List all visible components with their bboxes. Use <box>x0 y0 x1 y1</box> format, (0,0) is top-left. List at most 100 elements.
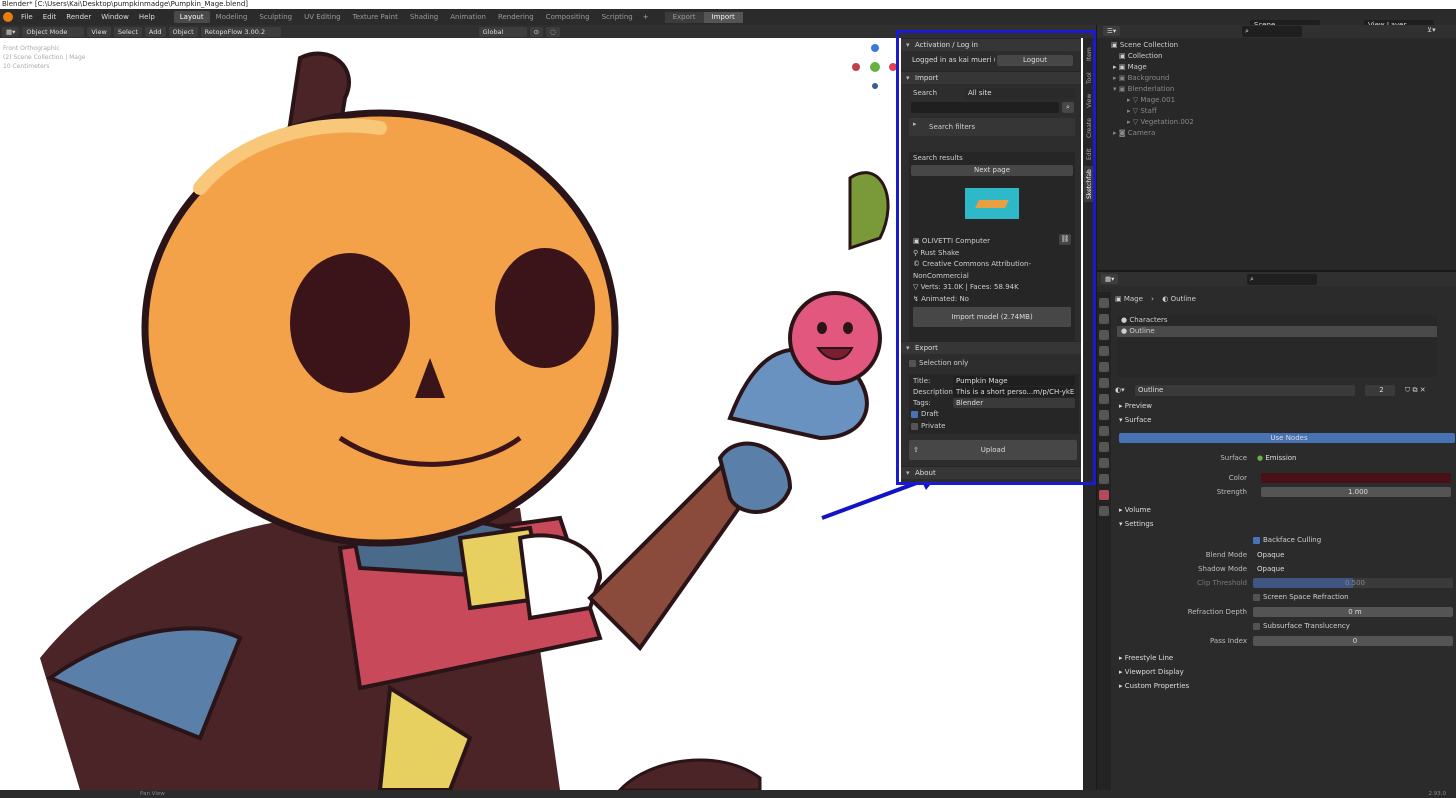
snap-icon[interactable]: ⊙ <box>529 26 544 37</box>
viewport-display-section[interactable]: ▸ Viewport Display <box>1119 668 1184 676</box>
tab-view[interactable]: View <box>1084 91 1095 111</box>
output-tab-icon[interactable] <box>1099 330 1109 340</box>
outliner-row[interactable]: ▸ ▽ Mage.001 <box>1097 95 1456 106</box>
clip-threshold-slider[interactable]: 0.500 <box>1253 578 1453 588</box>
material-name-field[interactable]: Outline <box>1135 385 1355 396</box>
tab-rendering[interactable]: Rendering <box>492 11 540 23</box>
search-input[interactable] <box>911 102 1059 113</box>
tab-sculpting[interactable]: Sculpting <box>253 11 298 23</box>
color-swatch[interactable] <box>1261 473 1451 483</box>
refraction-depth-field[interactable]: 0 m <box>1253 607 1453 617</box>
tab-create[interactable]: Create <box>1084 114 1095 142</box>
export-button[interactable]: Export <box>664 11 704 23</box>
tab-layout[interactable]: Layout <box>173 11 210 23</box>
tab-edit[interactable]: Edit <box>1084 145 1095 163</box>
description-input[interactable]: This is a short perso...m/p/CH-ykE2JoGP/… <box>953 387 1075 397</box>
import-model-button[interactable]: Import model (2.74MB) <box>913 307 1071 327</box>
settings-section[interactable]: ▾ Settings <box>1119 520 1153 528</box>
backface-culling-checkbox[interactable]: Backface Culling <box>1253 536 1321 544</box>
tab-compositing[interactable]: Compositing <box>540 11 596 23</box>
blender-logo-icon[interactable] <box>3 12 13 22</box>
tags-input[interactable]: Blender <box>953 398 1075 408</box>
search-icon[interactable]: ⌕ <box>1062 102 1074 113</box>
view-layer-tab-icon[interactable] <box>1099 346 1109 356</box>
properties-search-input[interactable]: ⌕ <box>1247 274 1317 285</box>
filter-icon[interactable]: ⊻▾ <box>1427 26 1436 34</box>
outliner-row[interactable]: ▸ ▣ Mage <box>1097 62 1456 73</box>
tab-item[interactable]: Item <box>1084 43 1095 65</box>
volume-section[interactable]: ▸ Volume <box>1119 506 1151 514</box>
data-tab-icon[interactable] <box>1099 474 1109 484</box>
upload-button[interactable]: ⇧ Upload <box>909 440 1077 460</box>
retopoflow-button[interactable]: RetopoFlow 3.00.2 <box>200 26 281 37</box>
search-filters-toggle[interactable]: ▸ Search filters <box>909 118 1075 136</box>
logout-button[interactable]: Logout <box>997 55 1073 66</box>
outliner-row[interactable]: ▸ ◙ Camera <box>1097 128 1456 139</box>
scene-tab-icon[interactable] <box>1099 362 1109 372</box>
object-tab-icon[interactable] <box>1099 394 1109 404</box>
link-icon[interactable]: ⛓ <box>1059 234 1071 245</box>
proportional-edit-icon[interactable]: ◌ <box>546 26 560 37</box>
menu-edit[interactable]: Edit <box>38 13 62 21</box>
custom-properties-section[interactable]: ▸ Custom Properties <box>1119 682 1189 690</box>
physics-tab-icon[interactable] <box>1099 442 1109 452</box>
outliner-row[interactable]: ▸ ▣ Background <box>1097 73 1456 84</box>
menu-window[interactable]: Window <box>96 13 134 21</box>
menu-file[interactable]: File <box>16 13 38 21</box>
list-item[interactable]: ● Outline <box>1117 326 1437 337</box>
list-item[interactable]: ● Characters <box>1117 315 1437 326</box>
view-menu[interactable]: View <box>87 26 111 37</box>
particles-tab-icon[interactable] <box>1099 426 1109 436</box>
world-tab-icon[interactable] <box>1099 378 1109 388</box>
tab-tool[interactable]: Tool <box>1084 68 1095 88</box>
outliner-row[interactable]: ▣ Collection <box>1097 51 1456 62</box>
texture-tab-icon[interactable] <box>1099 506 1109 516</box>
outliner-row[interactable]: ▾ ▣ Blenderlation <box>1097 84 1456 95</box>
pass-index-field[interactable]: 0 <box>1253 636 1453 646</box>
tab-animation[interactable]: Animation <box>444 11 492 23</box>
material-browse-icon[interactable]: ◐▾ <box>1115 386 1125 394</box>
constraints-tab-icon[interactable] <box>1099 458 1109 468</box>
editor-type-button[interactable]: ▦▾ <box>2 26 20 37</box>
import-section-header[interactable]: Import <box>901 71 1081 85</box>
surface-shader-dropdown[interactable]: ● Emission <box>1253 453 1443 463</box>
outliner-editor-type-button[interactable]: ☰▾ <box>1103 26 1121 36</box>
export-section-header[interactable]: Export <box>901 341 1081 355</box>
menu-render[interactable]: Render <box>61 13 96 21</box>
tab-scripting[interactable]: Scripting <box>596 11 639 23</box>
properties-editor-type-button[interactable]: ▦▾ <box>1101 274 1119 284</box>
strength-field[interactable]: 1.000 <box>1261 487 1451 497</box>
select-menu[interactable]: Select <box>113 26 142 37</box>
use-nodes-button[interactable]: Use Nodes <box>1119 433 1455 443</box>
add-menu[interactable]: Add <box>144 26 166 37</box>
blend-mode-dropdown[interactable]: Opaque <box>1253 550 1453 560</box>
subsurface-translucency-checkbox[interactable]: Subsurface Translucency <box>1253 622 1350 630</box>
preview-section[interactable]: ▸ Preview <box>1119 402 1152 410</box>
object-mode-dropdown[interactable]: Object Mode <box>22 26 85 37</box>
tab-shading[interactable]: Shading <box>404 11 444 23</box>
selection-only-checkbox[interactable]: Selection only <box>909 358 1079 370</box>
outliner-row[interactable]: ▸ ▽ Vegetation.002 <box>1097 117 1456 128</box>
render-tab-icon[interactable] <box>1099 314 1109 324</box>
menu-help[interactable]: Help <box>134 13 160 21</box>
orientation-dropdown[interactable]: Global <box>478 26 527 37</box>
model-thumbnail[interactable] <box>965 188 1019 219</box>
shadow-mode-dropdown[interactable]: Opaque <box>1253 564 1453 574</box>
modifier-tab-icon[interactable] <box>1099 410 1109 420</box>
outliner-row[interactable]: ▣ Scene Collection <box>1097 40 1456 51</box>
outliner-row[interactable]: ▸ ▽ Staff <box>1097 106 1456 117</box>
tab-texture-paint[interactable]: Texture Paint <box>347 11 404 23</box>
surface-section[interactable]: ▾ Surface <box>1119 416 1151 424</box>
private-checkbox[interactable]: Private <box>911 422 945 430</box>
tab-uv-editing[interactable]: UV Editing <box>298 11 347 23</box>
outliner-search-input[interactable]: ⌕ <box>1242 26 1302 37</box>
material-users-count[interactable]: 2 <box>1365 385 1395 396</box>
tab-modeling[interactable]: Modeling <box>210 11 254 23</box>
tab-sketchfab[interactable]: Sketchfab <box>1084 166 1095 202</box>
search-scope-dropdown[interactable]: All site <box>965 88 1075 99</box>
add-workspace-button[interactable]: + <box>639 13 653 21</box>
material-tab-icon[interactable] <box>1099 490 1109 500</box>
tool-tab-icon[interactable] <box>1099 298 1109 308</box>
title-input[interactable]: Pumpkin Mage <box>953 376 1075 386</box>
fake-user-icon[interactable]: ⛉ ⧉ ✕ <box>1405 384 1426 396</box>
